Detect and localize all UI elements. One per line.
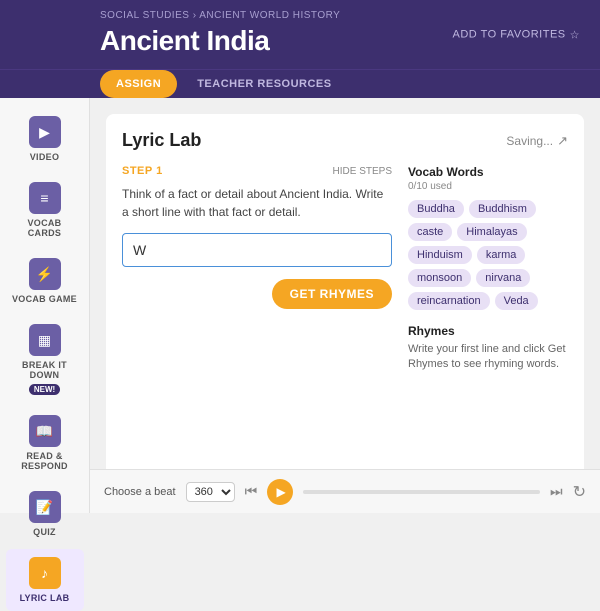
hide-steps-button[interactable]: Hide Steps — [333, 166, 392, 177]
sidebar-item-vocab-game[interactable]: ⚡ Vocab Game — [6, 250, 84, 312]
sidebar-item-video[interactable]: ▶ Video — [6, 108, 84, 170]
main-content: ▶ Video ≡ Vocab Cards ⚡ Vocab Game ▦ Bre… — [0, 98, 600, 513]
get-rhymes-button[interactable]: Get Rhymes — [272, 279, 392, 309]
sidebar: ▶ Video ≡ Vocab Cards ⚡ Vocab Game ▦ Bre… — [0, 98, 90, 513]
rhymes-title: Rhymes — [408, 324, 568, 338]
external-link-icon: ↗ — [557, 133, 568, 149]
saving-status: Saving... ↗ — [506, 133, 568, 149]
sidebar-item-quiz[interactable]: 📝 Quiz — [6, 483, 84, 545]
sidebar-label-lyric-lab: Lyric Lab — [20, 593, 70, 603]
step-description: Think of a fact or detail about Ancient … — [122, 185, 392, 221]
skip-end-button[interactable]: ⏭ — [550, 483, 563, 500]
vocab-tag[interactable]: reincarnation — [408, 292, 490, 310]
top-header: Social Studies › Ancient World History A… — [0, 0, 600, 69]
new-badge: NEW! — [29, 384, 60, 395]
quiz-icon: 📝 — [29, 491, 61, 523]
play-button[interactable]: ▶ — [267, 479, 293, 505]
sidebar-label-read-respond: Read & Respond — [12, 451, 78, 471]
progress-bar[interactable] — [303, 490, 540, 494]
vocab-tag[interactable]: monsoon — [408, 269, 471, 287]
vocab-tag[interactable]: Hinduism — [408, 246, 472, 264]
video-icon: ▶ — [29, 116, 61, 148]
sidebar-item-break-it-down[interactable]: ▦ Break It Down NEW! — [6, 316, 84, 403]
vocab-tag[interactable]: Himalayas — [457, 223, 526, 241]
vocab-tags-list: Buddha Buddhism caste Himalayas Hinduism karm… — [408, 200, 568, 310]
sidebar-item-lyric-lab[interactable]: ♪ Lyric Lab — [6, 549, 84, 611]
vocab-tag[interactable]: Buddhism — [469, 200, 536, 218]
sidebar-item-read-respond[interactable]: 📖 Read & Respond — [6, 407, 84, 479]
two-col-layout: Step 1 Hide Steps Think of a fact or det… — [122, 165, 568, 373]
lyric-input[interactable] — [122, 233, 392, 267]
sidebar-label-break-it-down: Break It Down — [12, 360, 78, 380]
vocab-words-title: Vocab Words — [408, 165, 568, 179]
vocab-count: 0/10 used — [408, 181, 568, 192]
sidebar-item-vocab-cards[interactable]: ≡ Vocab Cards — [6, 174, 84, 246]
saving-label: Saving... — [506, 134, 553, 148]
tab-bar: Assign Teacher Resources — [0, 69, 600, 98]
tab-assign[interactable]: Assign — [100, 70, 177, 98]
vocab-tag[interactable]: karma — [477, 246, 526, 264]
sidebar-label-vocab-game: Vocab Game — [12, 294, 77, 304]
rhymes-description: Write your first line and click Get Rhym… — [408, 342, 568, 373]
sidebar-label-quiz: Quiz — [33, 527, 56, 537]
right-column: Vocab Words 0/10 used Buddha Buddhism cast… — [408, 165, 568, 373]
sidebar-label-vocab-cards: Vocab Cards — [12, 218, 78, 238]
skip-back-button[interactable]: ⏮ — [245, 483, 258, 500]
left-column: Step 1 Hide Steps Think of a fact or det… — [122, 165, 392, 373]
content-area: Lyric Lab Saving... ↗ Step 1 Hide Steps … — [90, 98, 600, 513]
step-header: Step 1 Hide Steps — [122, 165, 392, 177]
breadcrumb: Social Studies › Ancient World History — [100, 10, 580, 21]
beat-select[interactable]: 360 — [186, 482, 235, 502]
lyric-lab-card: Lyric Lab Saving... ↗ Step 1 Hide Steps … — [106, 114, 584, 497]
vocab-cards-icon: ≡ — [29, 182, 61, 214]
refresh-button[interactable]: ↻ — [573, 482, 586, 502]
break-it-down-icon: ▦ — [29, 324, 61, 356]
vocab-tag[interactable]: nirvana — [476, 269, 530, 287]
beat-label: Choose a beat — [104, 486, 176, 498]
sidebar-label-video: Video — [30, 152, 60, 162]
add-to-favorites-button[interactable]: Add to Favorites ☆ — [452, 28, 580, 41]
vocab-tag[interactable]: Buddha — [408, 200, 464, 218]
header-actions: Add to Favorites ☆ — [452, 28, 580, 41]
card-title: Lyric Lab — [122, 130, 201, 151]
vocab-game-icon: ⚡ — [29, 258, 61, 290]
card-header: Lyric Lab Saving... ↗ — [122, 130, 568, 151]
vocab-tag[interactable]: Veda — [495, 292, 538, 310]
lyric-lab-icon: ♪ — [29, 557, 61, 589]
play-icon: ▶ — [277, 485, 286, 499]
vocab-tag[interactable]: caste — [408, 223, 452, 241]
step-label: Step 1 — [122, 165, 163, 177]
beat-player: Choose a beat 360 ⏮ ▶ ⏭ ↻ — [90, 469, 600, 513]
tab-teacher-resources[interactable]: Teacher Resources — [187, 70, 341, 98]
star-icon: ☆ — [570, 28, 580, 41]
read-respond-icon: 📖 — [29, 415, 61, 447]
add-favorites-label: Add to Favorites — [452, 29, 565, 41]
